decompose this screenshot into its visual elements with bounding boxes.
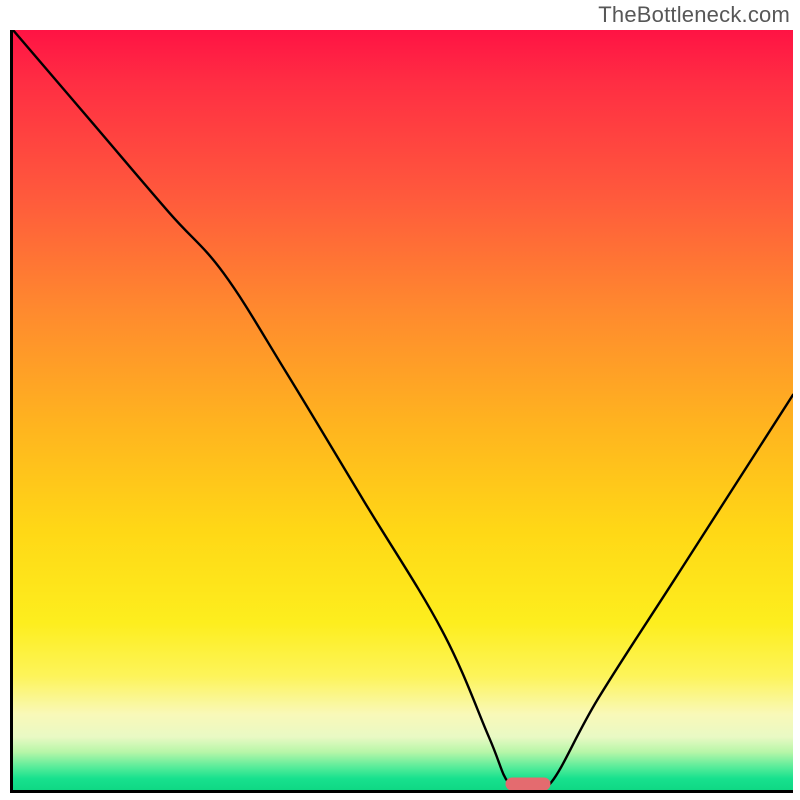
plot-area bbox=[10, 30, 793, 793]
minimum-marker bbox=[505, 777, 550, 790]
curve-path bbox=[13, 30, 793, 790]
watermark-text: TheBottleneck.com bbox=[598, 2, 790, 28]
chart-container: TheBottleneck.com bbox=[0, 0, 800, 800]
line-curve bbox=[13, 30, 793, 790]
